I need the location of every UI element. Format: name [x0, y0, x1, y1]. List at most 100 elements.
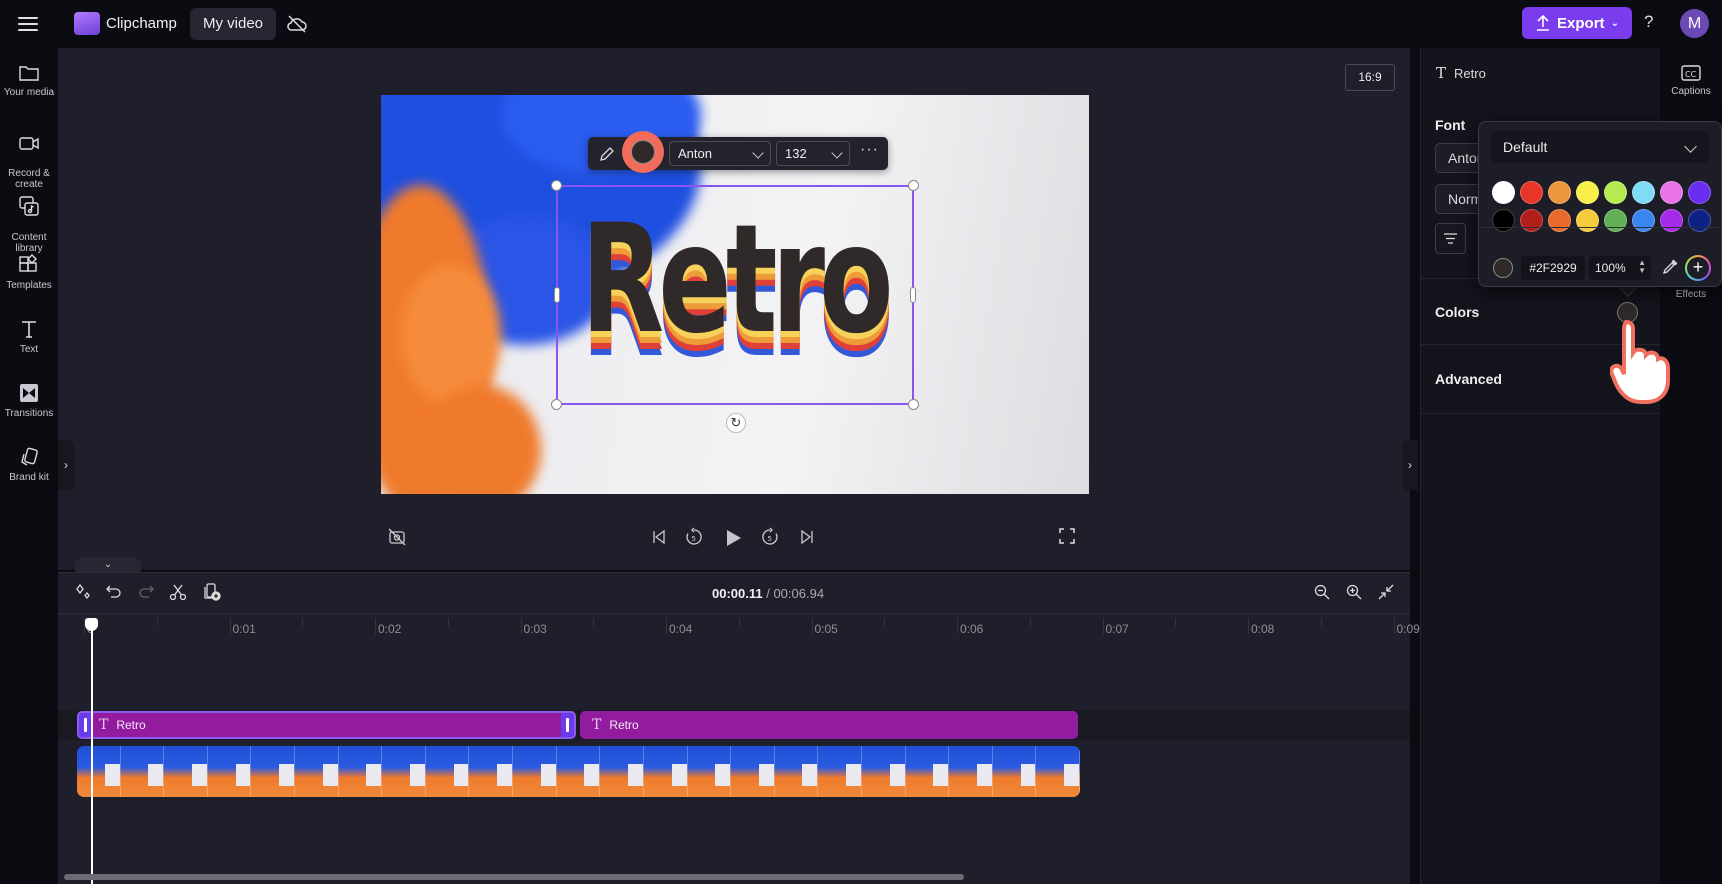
sidebar-item-templates[interactable]: Templates — [0, 254, 58, 291]
rightbar-item-effects[interactable]: Effects — [1660, 289, 1722, 300]
collapse-timeline-button[interactable]: ⌄ — [75, 557, 141, 572]
zoom-in-button[interactable] — [1345, 583, 1365, 603]
left-sidebar: Your media Record & create Content libra… — [0, 48, 58, 884]
ruler-minor-tick — [1320, 618, 1322, 626]
color-swatch[interactable] — [1688, 181, 1711, 204]
video-canvas[interactable]: Retro ↻ Anton 132 ··· — [381, 95, 1089, 494]
color-swatch[interactable] — [1492, 209, 1515, 232]
user-avatar[interactable]: M — [1680, 9, 1709, 38]
color-swatch[interactable] — [1632, 181, 1655, 204]
properties-title: Retro — [1454, 65, 1486, 81]
eyedropper-button[interactable] — [1661, 258, 1679, 276]
custom-color-button[interactable]: + — [1685, 255, 1711, 281]
rewind-5-button[interactable]: 5 — [684, 527, 708, 551]
text-color-button[interactable] — [631, 140, 655, 164]
rightbar-item-captions[interactable]: CC Captions — [1660, 63, 1722, 97]
ruler-tick-label: 0:07 — [1105, 622, 1129, 636]
divider — [1479, 227, 1722, 228]
clipchamp-logo — [74, 12, 100, 35]
opacity-input[interactable]: 100% ▲ ▼ — [1589, 256, 1651, 280]
color-swatch[interactable] — [1576, 181, 1599, 204]
text-clip[interactable]: T Retro — [580, 711, 1078, 739]
toggle-camera-button[interactable] — [387, 527, 411, 551]
sidebar-item-your-media[interactable]: Your media — [0, 63, 58, 98]
font-size-dropdown[interactable]: 132 — [776, 141, 850, 166]
color-swatch[interactable] — [1604, 209, 1627, 232]
help-button[interactable]: ? — [1644, 12, 1653, 32]
color-swatch[interactable] — [1604, 181, 1627, 204]
resize-handle-bottom-left[interactable] — [551, 399, 562, 410]
rightbar-label: Captions — [1671, 86, 1711, 97]
advanced-section-toggle[interactable]: Advanced — [1435, 371, 1502, 387]
video-clip[interactable] — [77, 746, 1080, 797]
resize-handle-top-right[interactable] — [908, 180, 919, 191]
resize-handle-bottom-right[interactable] — [908, 399, 919, 410]
more-options-button[interactable]: ··· — [860, 141, 879, 159]
video-frame-thumbnail — [556, 746, 601, 797]
zoom-out-button[interactable] — [1313, 583, 1333, 603]
hand-pointer-cursor-icon — [1609, 318, 1684, 404]
skip-to-end-button[interactable] — [797, 527, 821, 551]
trim-handle-right[interactable] — [561, 713, 574, 737]
color-swatch[interactable] — [1576, 209, 1599, 232]
opacity-stepper-icon[interactable]: ▲ ▼ — [1638, 259, 1646, 275]
resize-handle-right[interactable] — [910, 287, 916, 303]
rotate-handle[interactable]: ↻ — [726, 413, 746, 433]
text-clip-icon: T — [592, 717, 602, 733]
color-swatch[interactable] — [1492, 181, 1515, 204]
timeline-horizontal-scrollbar[interactable] — [64, 874, 964, 880]
ruler-minor-tick — [447, 618, 449, 626]
color-swatch[interactable] — [1660, 209, 1683, 232]
font-dropdown[interactable]: Anton — [669, 141, 771, 166]
sidebar-item-content-library[interactable]: Content library — [0, 184, 58, 254]
hamburger-menu-button[interactable] — [16, 14, 40, 34]
ruler-tick — [666, 618, 667, 634]
export-label: Export — [1557, 14, 1605, 32]
aspect-ratio-button[interactable]: 16:9 — [1345, 64, 1395, 91]
expand-right-panel-button[interactable]: › — [1402, 440, 1418, 490]
skip-to-start-button[interactable] — [649, 527, 673, 551]
color-swatch[interactable] — [1632, 209, 1655, 232]
expand-left-panel-button[interactable]: › — [58, 440, 74, 490]
color-swatch[interactable] — [1688, 209, 1711, 232]
export-button[interactable]: Export ⌄ — [1522, 7, 1632, 39]
redo-button[interactable] — [137, 583, 157, 603]
color-swatch[interactable] — [1548, 181, 1571, 204]
selection-box[interactable] — [551, 180, 919, 410]
sidebar-item-record-create[interactable]: Record & create — [0, 122, 58, 190]
resize-handle-left[interactable] — [554, 287, 560, 303]
color-swatch[interactable] — [1548, 209, 1571, 232]
color-swatch[interactable] — [1520, 181, 1543, 204]
color-swatch[interactable] — [1660, 181, 1683, 204]
split-button[interactable] — [169, 583, 189, 603]
project-title-button[interactable]: My video — [190, 8, 277, 40]
undo-button[interactable] — [105, 583, 125, 603]
ruler-minor-tick — [302, 618, 304, 626]
resize-handle-top-left[interactable] — [551, 180, 562, 191]
duplicate-button[interactable] — [203, 583, 223, 603]
rewind-5-icon: 5 — [686, 527, 702, 545]
fullscreen-button[interactable] — [1058, 527, 1082, 551]
sidebar-item-text[interactable]: Text — [0, 318, 58, 355]
fit-timeline-button[interactable] — [1377, 583, 1397, 603]
playhead-handle[interactable] — [85, 618, 98, 631]
playhead-line[interactable] — [91, 620, 93, 884]
color-swatch[interactable] — [1520, 209, 1543, 232]
text-align-button[interactable] — [1435, 223, 1466, 254]
edit-text-button[interactable] — [598, 145, 616, 163]
sidebar-label: Content library — [11, 232, 47, 254]
timeline-ruler[interactable]: 00:010:020:030:040:050:060:070:080:09 — [58, 613, 1468, 637]
video-frame-thumbnail — [818, 746, 862, 797]
palette-dropdown[interactable]: Default — [1491, 131, 1709, 163]
collapse-arrows-icon — [1378, 584, 1394, 600]
color-picker-popover: Default 100% ▲▼ + — [1478, 121, 1722, 287]
play-button[interactable] — [722, 527, 746, 551]
text-clip-selected[interactable]: T Retro — [77, 711, 576, 739]
ruler-tick — [811, 618, 813, 634]
sidebar-item-brand-kit[interactable]: Brand kit — [0, 446, 58, 483]
hex-color-input[interactable] — [1521, 256, 1585, 280]
magic-tools-button[interactable] — [74, 583, 94, 603]
sidebar-item-transitions[interactable]: Transitions — [0, 382, 58, 419]
cloud-sync-off-icon[interactable] — [285, 12, 309, 36]
forward-5-button[interactable]: 5 — [760, 527, 784, 551]
